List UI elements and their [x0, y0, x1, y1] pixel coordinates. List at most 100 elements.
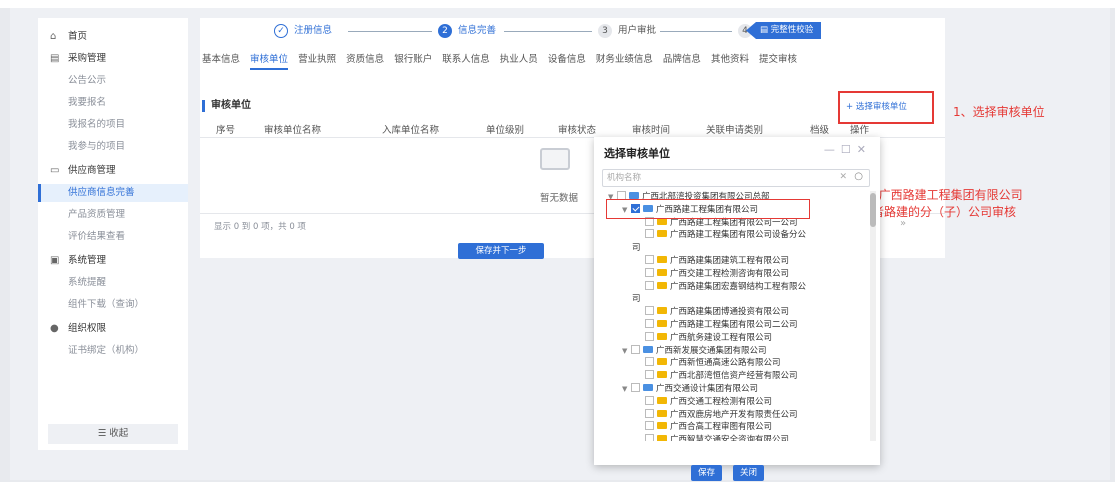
- node-label: 广西路建工程集团有限公司二公司: [670, 320, 798, 330]
- folder-icon: [657, 307, 667, 315]
- node-label: 广西双鹿房地产开发有限责任公司: [670, 409, 798, 420]
- node-checkbox[interactable]: [645, 408, 654, 418]
- node-checkbox[interactable]: [645, 395, 654, 405]
- node-checkbox[interactable]: [645, 357, 654, 367]
- tab-item[interactable]: 联系人信息: [442, 52, 490, 68]
- tab-item[interactable]: 营业执照: [298, 52, 336, 68]
- tree-node[interactable]: 广西北部湾恒信资产经营有限公司: [636, 370, 798, 382]
- tree-node-wrap: 司: [632, 294, 641, 305]
- step-1: ✓ 注册信息: [274, 23, 332, 39]
- org-search-box: ✕ ○: [602, 169, 870, 187]
- node-checkbox[interactable]: [645, 306, 654, 316]
- tree-node[interactable]: 广西路建工程集团有限公司设备分公: [636, 229, 806, 241]
- tree-node[interactable]: 广西路建集团建筑工程有限公司: [636, 255, 789, 267]
- tree-node[interactable]: 广西路建集团宏嘉钢结构工程有限公: [636, 280, 806, 293]
- tab-item[interactable]: 银行账户: [394, 52, 432, 68]
- node-checkbox[interactable]: [645, 421, 654, 431]
- node-checkbox[interactable]: [631, 344, 640, 354]
- node-checkbox[interactable]: [645, 229, 654, 239]
- folder-icon: [657, 409, 667, 417]
- nav-group-procurement[interactable]: ▤ 采购管理: [38, 50, 106, 68]
- nav-group-label: 组织权限: [68, 323, 107, 334]
- tab-item[interactable]: 财务业绩信息: [596, 52, 653, 68]
- node-checkbox[interactable]: [645, 319, 654, 328]
- tree-node[interactable]: 广西新恒通高速公路有限公司: [636, 357, 781, 369]
- sidebar-item[interactable]: 产品资质管理: [38, 206, 188, 224]
- scroll-thumb[interactable]: [870, 193, 876, 227]
- tree-node[interactable]: 广西智慧交通安全咨询有限公司: [636, 434, 789, 441]
- nav-group-supplier[interactable]: ▭ 供应商管理: [38, 162, 116, 180]
- folder-icon: [657, 358, 667, 366]
- tab-item[interactable]: 基本信息: [202, 52, 240, 68]
- folder-icon: [657, 396, 667, 404]
- column-header: 档级: [810, 125, 830, 136]
- expand-toggle-icon[interactable]: ▼: [622, 345, 631, 357]
- node-checkbox[interactable]: [645, 434, 654, 441]
- integrity-check-button[interactable]: ▤ 完整性校验: [746, 22, 822, 39]
- tab-item[interactable]: 其他资料: [711, 52, 749, 68]
- step-marker: ✓: [274, 23, 288, 38]
- sidebar-item[interactable]: 组件下载（查询）: [38, 296, 188, 314]
- node-checkbox[interactable]: [645, 331, 654, 341]
- node-checkbox[interactable]: [645, 370, 654, 380]
- node-label: 广西合高工程审图有限公司: [670, 422, 773, 433]
- tree-node[interactable]: ▼ 广西新发展交通集团有限公司: [622, 344, 767, 357]
- maximize-icon[interactable]: ☐: [841, 143, 857, 156]
- step-label: 信息完善: [458, 25, 497, 36]
- tab-item[interactable]: 品牌信息: [663, 52, 701, 68]
- org-search-input[interactable]: [603, 170, 833, 186]
- sidebar-item[interactable]: 供应商信息完善: [38, 184, 188, 202]
- node-checkbox[interactable]: [631, 383, 640, 392]
- dialog-save-button[interactable]: 保存: [691, 465, 723, 481]
- tab-item[interactable]: 提交审核: [759, 52, 797, 68]
- sidebar-item[interactable]: 我参与的项目: [38, 138, 188, 156]
- tree-scrollbar[interactable]: [870, 191, 876, 441]
- node-checkbox[interactable]: [645, 280, 654, 290]
- tab-item[interactable]: 资质信息: [346, 52, 384, 68]
- step-label: 注册信息: [294, 25, 333, 36]
- tree-node[interactable]: ▼ 广西交通设计集团有限公司: [622, 383, 758, 395]
- expand-toggle-icon[interactable]: ▼: [622, 383, 631, 395]
- node-label: 广西智慧交通安全咨询有限公司: [670, 435, 790, 441]
- node-label: 广西路建工程集团有限公司一公司: [670, 217, 798, 228]
- clear-icon[interactable]: ✕: [839, 172, 847, 182]
- folder-icon: [657, 320, 667, 327]
- section-title: 审核单位: [202, 100, 251, 112]
- folder-icon: [643, 345, 653, 353]
- tree-node[interactable]: 广西合高工程审图有限公司: [636, 421, 772, 433]
- save-next-button[interactable]: 保存并下一步: [458, 243, 544, 259]
- step-connector: [348, 31, 432, 32]
- tree-node[interactable]: 广西路建集团博通投资有限公司: [636, 306, 789, 318]
- tab-item[interactable]: 审核单位: [250, 52, 289, 70]
- tree-node[interactable]: 广西航务建设工程有限公司: [636, 331, 773, 344]
- nav-group-permission[interactable]: ● 组织权限: [38, 320, 106, 338]
- dialog-close-button[interactable]: 关闭: [733, 465, 765, 481]
- minimize-icon[interactable]: —: [824, 143, 841, 156]
- sidebar-item[interactable]: 证书绑定（机构）: [38, 342, 188, 360]
- procurement-icon: ▤: [50, 53, 60, 64]
- tree-node[interactable]: 广西路建工程集团有限公司二公司: [636, 319, 798, 331]
- sidebar-item[interactable]: 我要报名: [38, 94, 188, 112]
- column-header: 操作: [850, 125, 870, 136]
- tree-node[interactable]: 广西交建工程检测咨询有限公司: [636, 267, 789, 280]
- node-checkbox[interactable]: [645, 255, 654, 264]
- folder-icon: [657, 268, 667, 276]
- sidebar-item[interactable]: 公告公示: [38, 72, 188, 90]
- search-icon[interactable]: ○: [854, 171, 863, 182]
- sidebar-item[interactable]: 我报名的项目: [38, 116, 188, 134]
- sidebar-item[interactable]: 评价结果查看: [38, 228, 188, 246]
- close-icon[interactable]: ✕: [857, 143, 872, 156]
- sidebar-item[interactable]: 系统提醒: [38, 274, 188, 292]
- node-label: 广西航务建设工程有限公司: [670, 332, 773, 343]
- nav-group-system[interactable]: ▣ 系统管理: [38, 252, 106, 270]
- node-checkbox[interactable]: [645, 267, 654, 277]
- tree-node[interactable]: 广西交通工程检测有限公司: [636, 395, 772, 408]
- folder-icon: [657, 230, 667, 238]
- column-header: 序号: [216, 125, 236, 136]
- tree-node[interactable]: 广西双鹿房地产开发有限责任公司: [636, 408, 798, 421]
- tab-item[interactable]: 执业人员: [500, 52, 538, 68]
- nav-home[interactable]: ⌂ 首页: [38, 28, 87, 46]
- column-header: 审核单位名称: [264, 125, 322, 136]
- collapse-button[interactable]: ☰ 收起: [48, 424, 178, 444]
- tab-item[interactable]: 设备信息: [548, 52, 586, 68]
